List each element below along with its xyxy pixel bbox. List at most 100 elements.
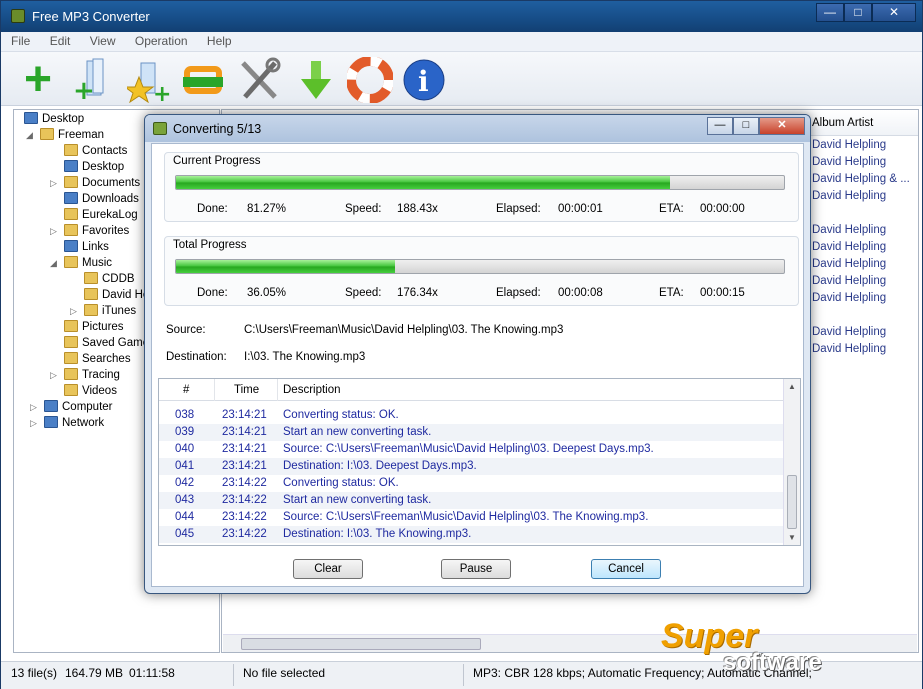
current-speed-value: 188.43x bbox=[397, 203, 438, 215]
log-col-time[interactable]: Time bbox=[234, 384, 259, 396]
log-row[interactable]: 039 23:14:21 Start an new converting task. bbox=[159, 424, 784, 441]
clear-button[interactable]: Clear bbox=[293, 559, 363, 579]
dialog-minimize-button[interactable]: — bbox=[707, 117, 733, 135]
total-eta-label: ETA: bbox=[659, 287, 684, 299]
tree-item-favorites[interactable]: ▷ Favorites bbox=[50, 223, 129, 239]
log-row[interactable]: 038 23:14:21 Converting status: OK. bbox=[159, 407, 784, 424]
status-total-size: 164.79 MB bbox=[65, 666, 124, 680]
current-done-label: Done: bbox=[197, 203, 228, 215]
pause-button[interactable]: Pause bbox=[441, 559, 511, 579]
log-vertical-scrollbar[interactable]: ▲ ▼ bbox=[783, 379, 800, 545]
tree-item-documents[interactable]: ▷ Documents bbox=[50, 175, 140, 191]
log-row[interactable]: 044 23:14:22 Source: C:\Users\Freeman\Musi… bbox=[159, 509, 784, 526]
current-progress-label: Current Progress bbox=[173, 155, 261, 167]
convert-icon[interactable] bbox=[181, 57, 227, 103]
log-row[interactable]: 042 23:14:22 Converting status: OK. bbox=[159, 475, 784, 492]
tree-item-music[interactable]: ◢ Music bbox=[50, 255, 112, 271]
tree-item-itunes[interactable]: ▷ iTunes bbox=[70, 303, 136, 319]
log-row[interactable]: 045 23:14:22 Destination: I:\03. The Knowi… bbox=[159, 526, 784, 543]
total-speed-value: 176.34x bbox=[397, 287, 438, 299]
list-item[interactable]: David Helpling bbox=[812, 190, 886, 202]
tree-item-desktop-sub[interactable]: Desktop bbox=[64, 159, 124, 175]
list-item[interactable]: David Helpling bbox=[812, 292, 886, 304]
menu-view[interactable]: View bbox=[80, 32, 122, 48]
maximize-button[interactable]: □ bbox=[844, 3, 872, 22]
add-stars-icon[interactable]: + bbox=[123, 57, 173, 107]
add-folder-icon[interactable]: + bbox=[71, 57, 117, 106]
scroll-down-icon[interactable]: ▼ bbox=[788, 533, 796, 542]
tree-item-downloads[interactable]: Downloads bbox=[64, 191, 139, 207]
tree-item-computer[interactable]: ▷ Computer bbox=[30, 399, 113, 415]
menu-operation[interactable]: Operation bbox=[125, 32, 194, 48]
menu-file[interactable]: File bbox=[1, 32, 36, 48]
menu-help[interactable]: Help bbox=[197, 32, 238, 48]
tree-item-links[interactable]: Links bbox=[64, 239, 109, 255]
current-elapsed-value: 00:00:01 bbox=[558, 203, 603, 215]
help-lifebuoy-icon[interactable] bbox=[346, 56, 394, 104]
list-item[interactable]: David Helpling bbox=[812, 241, 886, 253]
converting-dialog: Converting 5/13 — □ ✕ Current Progress D… bbox=[144, 114, 811, 594]
list-item[interactable]: David Helpling bbox=[812, 224, 886, 236]
dialog-app-icon bbox=[153, 122, 167, 135]
total-elapsed-label: Elapsed: bbox=[496, 287, 541, 299]
window-title: Free MP3 Converter bbox=[32, 9, 150, 24]
tree-item-network[interactable]: ▷ Network bbox=[30, 415, 104, 431]
tree-item-pictures[interactable]: Pictures bbox=[64, 319, 124, 335]
app-icon bbox=[11, 9, 25, 23]
status-duration: 01:11:58 bbox=[129, 666, 175, 680]
dialog-title: Converting 5/13 bbox=[173, 122, 262, 136]
cancel-button[interactable]: Cancel bbox=[591, 559, 661, 579]
current-eta-label: ETA: bbox=[659, 203, 684, 215]
dialog-maximize-button[interactable]: □ bbox=[733, 117, 759, 135]
title-bar: Free MP3 Converter — □ ✕ bbox=[1, 1, 922, 32]
list-item[interactable]: David Helpling bbox=[812, 258, 886, 270]
source-label: Source: bbox=[166, 324, 206, 336]
total-speed-label: Speed: bbox=[345, 287, 382, 299]
log-row[interactable]: 043 23:14:22 Start an new converting task. bbox=[159, 492, 784, 509]
list-item[interactable]: David Helpling bbox=[812, 326, 886, 338]
list-item[interactable]: David Helpling & ... bbox=[812, 173, 910, 185]
minimize-button[interactable]: — bbox=[816, 3, 844, 22]
tree-item-eurekalog[interactable]: EurekaLog bbox=[64, 207, 138, 223]
add-files-icon[interactable]: + bbox=[15, 56, 61, 104]
total-progress-bar bbox=[175, 259, 785, 274]
tree-item-contacts[interactable]: Contacts bbox=[64, 143, 127, 159]
tree-item-desktop[interactable]: Desktop bbox=[24, 111, 84, 127]
menu-bar: File Edit View Operation Help bbox=[1, 32, 922, 52]
total-eta-value: 00:00:15 bbox=[700, 287, 745, 299]
tree-item-searches[interactable]: Searches bbox=[64, 351, 131, 367]
total-elapsed-value: 00:00:08 bbox=[558, 287, 603, 299]
total-progress-group: Total Progress Done: 36.05% Speed: 176.3… bbox=[164, 236, 799, 306]
log-col-description[interactable]: Description bbox=[283, 384, 341, 396]
menu-edit[interactable]: Edit bbox=[40, 32, 77, 48]
log-row[interactable]: 040 23:14:21 Source: C:\Users\Freeman\Musi… bbox=[159, 441, 784, 458]
info-icon[interactable]: i bbox=[401, 57, 447, 103]
list-item[interactable]: David Helpling bbox=[812, 275, 886, 287]
tree-item-freeman[interactable]: ◢ Freeman bbox=[26, 127, 104, 143]
list-item[interactable]: David Helpling bbox=[812, 139, 886, 151]
tree-item-videos[interactable]: Videos bbox=[64, 383, 117, 399]
tree-item-david-helpling[interactable]: David Helpling bbox=[84, 287, 150, 303]
list-item[interactable]: David Helpling bbox=[812, 156, 886, 168]
total-done-label: Done: bbox=[197, 287, 228, 299]
svg-text:+: + bbox=[153, 82, 171, 103]
tree-item-saved-games[interactable]: ▷Saved Games bbox=[64, 335, 150, 351]
log-scrollbar-thumb[interactable] bbox=[787, 475, 797, 529]
tools-icon[interactable] bbox=[237, 57, 283, 103]
tree-item-tracing[interactable]: ▷ Tracing bbox=[50, 367, 120, 383]
scrollbar-thumb[interactable] bbox=[241, 638, 481, 650]
dialog-close-button[interactable]: ✕ bbox=[759, 117, 805, 135]
album-artist-column-header[interactable]: Album Artist bbox=[812, 117, 873, 129]
close-button[interactable]: ✕ bbox=[872, 3, 916, 22]
log-col-number[interactable]: # bbox=[183, 384, 189, 396]
tree-item-cddb[interactable]: CDDB bbox=[84, 271, 135, 287]
conversion-log: # Time Description 038 23:14:21 Converting… bbox=[158, 378, 801, 546]
status-selection: No file selected bbox=[243, 666, 326, 680]
watermark-logo-sub: software bbox=[723, 649, 822, 676]
scroll-up-icon[interactable]: ▲ bbox=[788, 382, 796, 391]
download-icon[interactable] bbox=[293, 57, 339, 103]
list-item[interactable]: David Helpling bbox=[812, 343, 886, 355]
source-path: C:\Users\Freeman\Music\David Helpling\03… bbox=[244, 324, 564, 336]
current-progress-group: Current Progress Done: 81.27% Speed: 188… bbox=[164, 152, 799, 222]
log-row[interactable]: 041 23:14:21 Destination: I:\03. Deepest D… bbox=[159, 458, 784, 475]
